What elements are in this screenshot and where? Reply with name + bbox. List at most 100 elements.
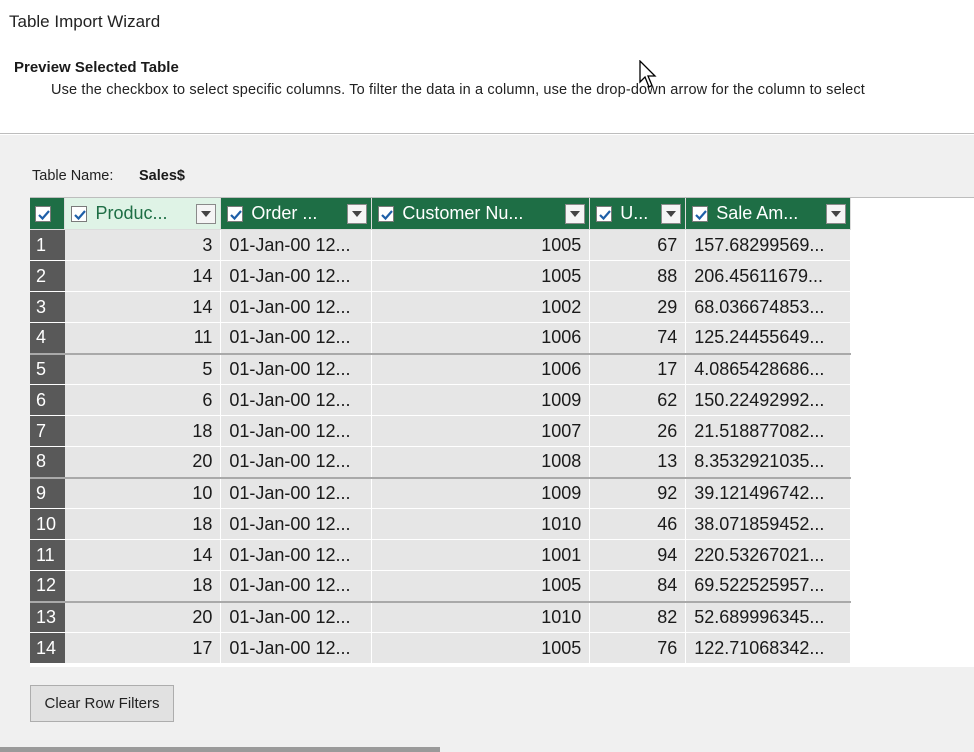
table-cell: 1001 (371, 539, 591, 571)
column-label: Customer Nu... (402, 203, 524, 223)
table-row: 12 18 01-Jan-00 12... 1005 84 69.522525957... (30, 570, 974, 602)
table-cell: 1009 (371, 384, 591, 416)
clear-row-filters-button[interactable]: Clear Row Filters (30, 685, 174, 722)
table-body: 1 3 01-Jan-00 12... 1005 67 157.68299569... 2 1… (30, 229, 974, 664)
column-header-units[interactable]: U... (589, 198, 687, 230)
table-cell: 1010 (371, 508, 591, 540)
grid-empty-cell (850, 477, 974, 509)
grid-empty-cell (850, 384, 974, 416)
table-cell: 18 (64, 508, 222, 540)
table-cell: 01-Jan-00 12... (220, 229, 373, 261)
table-row: 2 14 01-Jan-00 12... 1005 88 206.45611679... (30, 260, 974, 292)
column-label: U... (620, 203, 649, 223)
grid-empty-cell (850, 446, 974, 478)
table-row: 9 10 01-Jan-00 12... 1009 92 39.121496742... (30, 476, 974, 509)
table-row: 11 14 01-Jan-00 12... 1001 94 220.53267021... (30, 539, 974, 571)
table-cell: 3 (64, 229, 222, 261)
table-cell: 01-Jan-00 12... (220, 539, 373, 571)
table-cell: 84 (589, 570, 687, 602)
table-cell: 38.071859452... (685, 508, 852, 540)
table-cell: 69.522525957... (685, 570, 852, 602)
checkbox-checked-icon[interactable] (227, 205, 244, 222)
table-cell: 6 (64, 384, 222, 416)
row-number: 4 (30, 322, 66, 354)
table-cell: 1005 (371, 229, 591, 261)
table-cell: 01-Jan-00 12... (220, 260, 373, 292)
table-cell: 13 (589, 446, 687, 478)
table-cell: 5 (64, 352, 222, 385)
table-cell: 1006 (371, 322, 591, 354)
table-cell: 122.71068342... (685, 632, 852, 664)
chevron-down-icon[interactable] (565, 203, 586, 224)
table-cell: 150.22492992... (685, 384, 852, 416)
row-number: 11 (30, 539, 66, 571)
table-cell: 4.0865428686... (685, 352, 852, 385)
table-cell: 14 (64, 291, 222, 323)
table-cell: 01-Jan-00 12... (220, 632, 373, 664)
table-cell: 14 (64, 260, 222, 292)
column-header-customer-number[interactable]: Customer Nu... (371, 198, 591, 230)
column-header-sale-amount[interactable]: Sale Am... (685, 198, 852, 230)
table-cell: 39.121496742... (685, 476, 852, 509)
chevron-down-icon[interactable] (196, 203, 217, 224)
table-row: 7 18 01-Jan-00 12... 1007 26 21.518877082... (30, 415, 974, 447)
table-cell: 17 (589, 352, 687, 385)
table-row: 8 20 01-Jan-00 12... 1008 13 8.3532921035... (30, 446, 974, 478)
table-cell: 1008 (371, 446, 591, 478)
table-row: 13 20 01-Jan-00 12... 1010 82 52.689996345... (30, 600, 974, 633)
table-cell: 20 (64, 446, 222, 478)
table-cell: 01-Jan-00 12... (220, 446, 373, 478)
column-label: Produc... (95, 203, 168, 223)
grid-empty-cell (850, 415, 974, 447)
table-cell: 220.53267021... (685, 539, 852, 571)
row-number: 9 (30, 476, 66, 509)
table-cell: 01-Jan-00 12... (220, 352, 373, 385)
grid-empty-cell (850, 353, 974, 385)
table-cell: 01-Jan-00 12... (220, 508, 373, 540)
checkbox-checked-icon[interactable] (378, 205, 395, 222)
row-number: 8 (30, 446, 66, 478)
chevron-down-icon[interactable] (826, 203, 847, 224)
table-cell: 1005 (371, 570, 591, 602)
table-cell: 94 (589, 539, 687, 571)
table-row: 1 3 01-Jan-00 12... 1005 67 157.68299569... (30, 229, 974, 261)
table-row: 6 6 01-Jan-00 12... 1009 62 150.22492992... (30, 384, 974, 416)
select-all-header[interactable] (30, 198, 66, 230)
table-cell: 82 (589, 600, 687, 633)
window-title: Table Import Wizard (9, 12, 161, 31)
grid-empty-cell (850, 260, 974, 292)
table-cell: 125.24455649... (685, 322, 852, 354)
table-cell: 1009 (371, 476, 591, 509)
checkbox-checked-icon[interactable] (596, 205, 613, 222)
table-cell: 1002 (371, 291, 591, 323)
row-number: 3 (30, 291, 66, 323)
chevron-down-icon[interactable] (347, 203, 368, 224)
column-header-order-date[interactable]: Order ... (220, 198, 373, 230)
grid-empty-cell (850, 570, 974, 602)
header-row: Produc... Order ... Customer Nu... U... … (30, 198, 974, 230)
data-table: Produc... Order ... Customer Nu... U... … (30, 198, 974, 664)
grid-empty-cell (850, 322, 974, 354)
column-header-product[interactable]: Produc... (64, 198, 222, 230)
grid-empty-cell (850, 539, 974, 571)
table-row: 14 17 01-Jan-00 12... 1005 76 122.71068342... (30, 632, 974, 664)
checkbox-checked-icon[interactable] (692, 205, 709, 222)
table-cell: 206.45611679... (685, 260, 852, 292)
table-cell: 1006 (371, 352, 591, 385)
checkbox-checked-icon[interactable] (71, 205, 88, 222)
table-cell: 14 (64, 539, 222, 571)
table-cell: 11 (64, 322, 222, 354)
table-cell: 01-Jan-00 12... (220, 322, 373, 354)
table-cell: 21.518877082... (685, 415, 852, 447)
chevron-down-icon[interactable] (661, 203, 682, 224)
table-cell: 1005 (371, 260, 591, 292)
table-cell: 74 (589, 322, 687, 354)
table-import-wizard-window: Table Import Wizard Preview Selected Tab… (0, 0, 974, 752)
table-cell: 157.68299569... (685, 229, 852, 261)
checkbox-checked-icon[interactable] (35, 205, 51, 222)
table-cell: 20 (64, 600, 222, 633)
table-row: 5 5 01-Jan-00 12... 1006 17 4.0865428686... (30, 352, 974, 385)
table-cell: 01-Jan-00 12... (220, 291, 373, 323)
scrollbar-track[interactable] (0, 747, 440, 752)
table-cell: 01-Jan-00 12... (220, 476, 373, 509)
